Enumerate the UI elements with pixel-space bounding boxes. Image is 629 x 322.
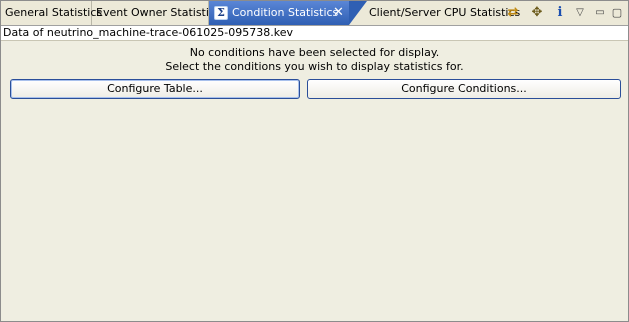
info-icon[interactable]: i: [551, 4, 569, 22]
minimize-icon[interactable]: ▭: [591, 4, 609, 22]
tab-bar: General Statistics Event Owner Statistic…: [1, 1, 628, 26]
select-conditions-hint: Select the conditions you wish to displa…: [165, 60, 464, 73]
tab-event-owner-statistics[interactable]: Event Owner Statistics: [92, 1, 221, 25]
configure-conditions-button[interactable]: Configure Conditions...: [307, 79, 621, 99]
tab-label: General Statistics: [5, 6, 103, 19]
tab-client-server-cpu-statistics[interactable]: Client/Server CPU Statistics: [365, 1, 520, 25]
sync-icon[interactable]: ⇄: [504, 4, 522, 22]
no-conditions-message: No conditions have been selected for dis…: [189, 46, 440, 59]
close-tab-icon[interactable]: ✕: [333, 1, 344, 25]
tab-label: Event Owner Statistics: [96, 6, 221, 19]
sigma-icon: Σ: [214, 6, 228, 20]
statistics-view: General Statistics Event Owner Statistic…: [0, 0, 629, 322]
filter-icon[interactable]: ✥: [528, 4, 546, 22]
tab-label: Condition Statistics: [232, 6, 339, 19]
data-source-header: Data of neutrino_machine-trace-061025-09…: [1, 26, 628, 41]
configure-table-button[interactable]: Configure Table...: [10, 79, 300, 99]
view-menu-icon[interactable]: ▽: [571, 4, 589, 22]
tab-label: Client/Server CPU Statistics: [369, 6, 521, 19]
maximize-icon[interactable]: ▢: [608, 4, 626, 22]
tab-general-statistics[interactable]: General Statistics: [1, 1, 102, 25]
tab-condition-statistics[interactable]: Σ Condition Statistics ✕: [209, 1, 367, 25]
